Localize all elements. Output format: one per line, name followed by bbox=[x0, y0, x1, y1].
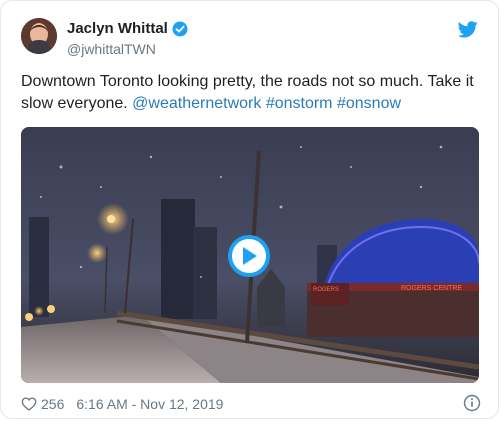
stadium-sign: ROGERS CENTRE bbox=[401, 285, 462, 292]
tweet-timestamp[interactable]: 6:16 AM - Nov 12, 2019 bbox=[76, 396, 223, 412]
mention-weathernetwork[interactable]: @weathernetwork bbox=[132, 95, 261, 112]
avatar[interactable] bbox=[21, 18, 57, 54]
tweet-text: Downtown Toronto looking pretty, the roa… bbox=[21, 71, 485, 115]
tweet-footer: 256 6:16 AM - Nov 12, 2019 bbox=[21, 394, 481, 414]
stadium-sign-left: ROGERS bbox=[313, 287, 339, 293]
twitter-bird-icon[interactable] bbox=[457, 21, 478, 38]
play-button[interactable] bbox=[228, 235, 270, 277]
like-count[interactable]: 256 bbox=[41, 396, 64, 412]
author-name-text[interactable]: Jaclyn Whittal bbox=[67, 20, 168, 37]
verified-badge-icon bbox=[172, 21, 188, 37]
info-icon[interactable] bbox=[463, 394, 481, 412]
heart-icon[interactable] bbox=[21, 396, 37, 412]
tweet-card: Jaclyn Whittal @jwhittalTWN Downtown Tor… bbox=[0, 0, 499, 419]
video-thumbnail[interactable]: ROGERS CENTRE ROGERS bbox=[21, 127, 479, 383]
hashtag-onsnow[interactable]: #onsnow bbox=[337, 95, 401, 112]
hashtag-onstorm[interactable]: #onstorm bbox=[266, 95, 333, 112]
author-name[interactable]: Jaclyn Whittal bbox=[67, 20, 188, 37]
play-icon bbox=[243, 247, 257, 265]
author-handle[interactable]: @jwhittalTWN bbox=[67, 41, 156, 57]
